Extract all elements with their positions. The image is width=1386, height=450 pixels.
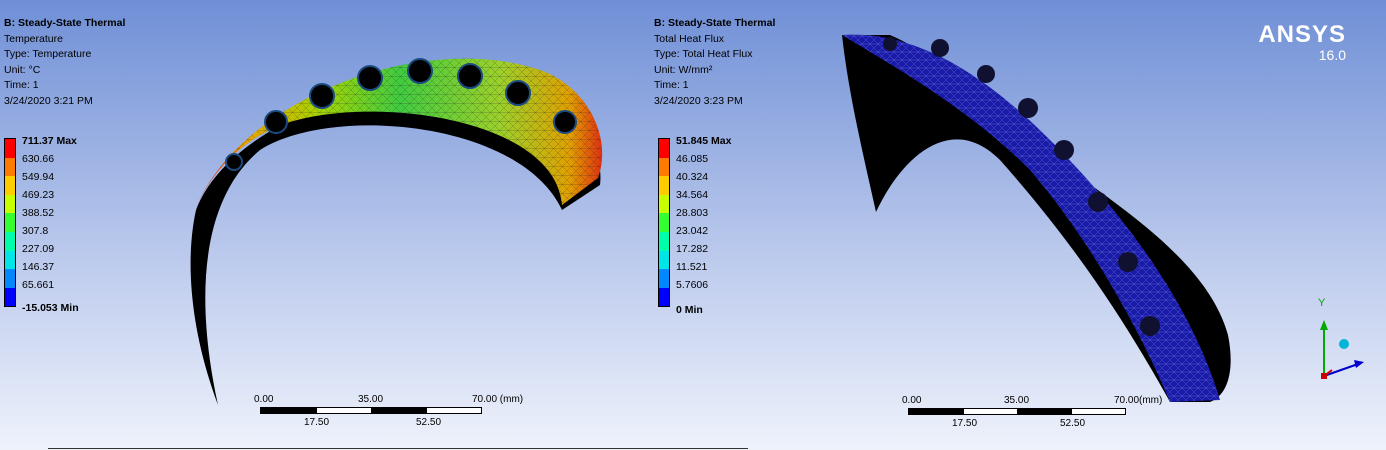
legend-band [659, 269, 669, 288]
x-axis-line [1323, 363, 1359, 377]
logo-name: ANSYS [1258, 21, 1346, 48]
result-name: Temperature [4, 32, 63, 45]
scale-segment [316, 407, 372, 414]
scale-segment [260, 407, 316, 414]
scale-label: 52.50 [416, 417, 442, 428]
scale-label: 0.00 [902, 395, 922, 406]
x-axis-arrow [1354, 360, 1364, 368]
legend-color-bar [4, 138, 16, 308]
logo-version: 16.0 [1318, 47, 1346, 63]
legend-band [659, 157, 669, 177]
legend-band [659, 250, 669, 270]
result-type: Type: Temperature [4, 48, 92, 60]
result-timestamp: 3/24/2020 3:23 PM [654, 94, 743, 107]
legend-label: 388.52 [22, 207, 55, 219]
result-timestamp: 3/24/2020 3:21 PM [4, 94, 93, 107]
scale-segment [908, 408, 963, 415]
scale-label: 35.00 [358, 394, 384, 405]
result-info-panel: B: Steady-State Thermal Total Heat Flux … [654, 16, 775, 109]
scale-label: 17.50 [952, 418, 978, 429]
legend-label: 11.521 [676, 261, 708, 273]
y-axis-label: Y [1318, 297, 1326, 309]
legend-label: 307.8 [22, 225, 49, 237]
legend-min-label: -15.053 Min [22, 302, 79, 314]
legend-band [659, 231, 669, 251]
legend-band [659, 139, 669, 158]
legend-label: 34.564 [676, 189, 709, 201]
scale-label: 17.50 [304, 417, 330, 428]
scale-segment [1017, 408, 1072, 415]
legend-band [5, 287, 15, 307]
legend-band [5, 194, 15, 214]
analysis-title: B: Steady-State Thermal [654, 17, 776, 29]
scale-segment [426, 407, 482, 414]
scale-segment [963, 408, 1018, 415]
legend-band [5, 157, 15, 177]
legend-band [5, 213, 15, 232]
legend-min-label: 0 Min [676, 304, 703, 316]
legend-band [659, 176, 669, 195]
scale-segment [371, 407, 427, 414]
triad-origin [1321, 373, 1327, 379]
result-name: Total Heat Flux [654, 32, 725, 45]
legend-label: 469.23 [22, 189, 55, 201]
heat-flux-viewport[interactable]: B: Steady-State Thermal Total Heat Flux … [650, 0, 1386, 450]
scale-label: 52.50 [1060, 418, 1086, 429]
legend-label: 146.37 [22, 261, 55, 273]
result-type: Type: Total Heat Flux [654, 48, 753, 60]
legend-band [5, 176, 15, 195]
legend-max-label: 51.845 Max [676, 135, 732, 147]
legend-label: 23.042 [676, 225, 709, 237]
ansys-logo: ANSYS 16.0 [1258, 21, 1346, 63]
legend-label: 46.085 [676, 153, 709, 165]
scale-segment [1071, 408, 1126, 415]
analysis-title: B: Steady-State Thermal [4, 17, 126, 29]
legend-band [5, 139, 15, 158]
legend-band [5, 231, 15, 251]
isometric-ball[interactable] [1339, 339, 1349, 349]
legend-label: 549.94 [22, 171, 55, 183]
result-time: Time: 1 [4, 79, 39, 91]
result-time: Time: 1 [654, 79, 689, 91]
legend-band [659, 287, 669, 307]
legend-color-bar [658, 138, 670, 308]
legend-label: 5.7606 [676, 279, 709, 291]
scale-label: 70.00(mm) [1114, 395, 1163, 406]
legend-label: 65.661 [22, 279, 55, 291]
legend-label: 28.803 [676, 207, 709, 219]
scale-label: 35.00 [1004, 395, 1030, 406]
legend-band [659, 213, 669, 232]
scale-label: 70.00 (mm) [472, 394, 524, 405]
legend-max-label: 711.37 Max [22, 135, 77, 147]
legend-label: 630.66 [22, 153, 55, 165]
legend-label: 227.09 [22, 243, 55, 255]
result-unit: Unit: W/mm² [654, 63, 713, 76]
legend-band [5, 250, 15, 270]
legend-label: 17.282 [676, 243, 709, 255]
divider-line [48, 448, 748, 449]
axis-triad[interactable]: Y [1300, 290, 1380, 390]
result-info-panel: B: Steady-State Thermal Temperature Type… [4, 16, 125, 109]
y-axis-arrow [1320, 320, 1328, 330]
scale-label: 0.00 [254, 394, 274, 405]
temperature-viewport[interactable]: B: Steady-State Thermal Temperature Type… [0, 0, 650, 450]
legend-label: 40.324 [676, 171, 709, 183]
result-unit: Unit: °C [4, 63, 41, 76]
legend-band [659, 194, 669, 214]
legend-band [5, 269, 15, 288]
